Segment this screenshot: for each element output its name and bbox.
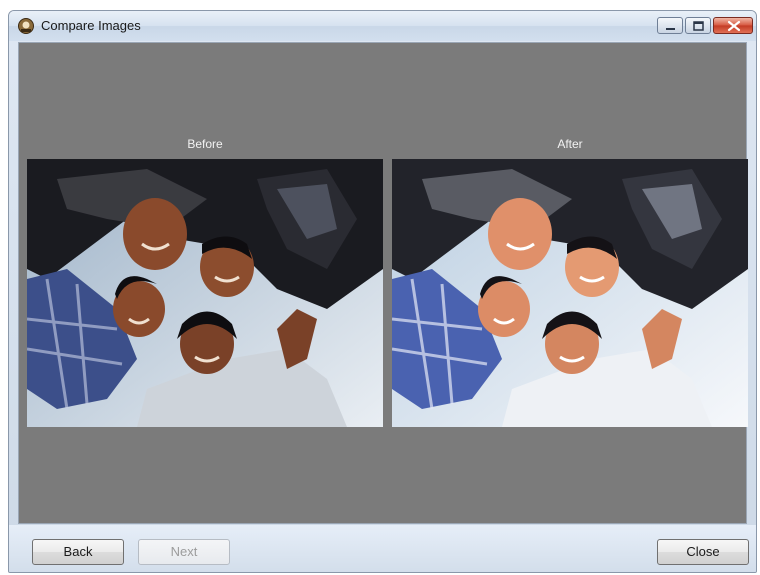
- after-image: [392, 159, 748, 427]
- maximize-button[interactable]: [685, 17, 711, 34]
- close-icon: [727, 20, 741, 32]
- maximize-icon: [693, 21, 704, 31]
- minimize-button[interactable]: [657, 17, 683, 34]
- title-bar[interactable]: Compare Images: [9, 11, 756, 41]
- compare-images-window: Compare Images Before After Back Next Cl…: [8, 10, 757, 573]
- close-button[interactable]: Close: [657, 539, 749, 565]
- window-title: Compare Images: [41, 18, 141, 33]
- back-button[interactable]: Back: [32, 539, 124, 565]
- app-icon: [17, 17, 35, 35]
- button-bar: Back Next Close: [9, 525, 756, 572]
- before-label: Before: [187, 137, 223, 151]
- close-window-button[interactable]: [713, 17, 753, 34]
- next-button[interactable]: Next: [138, 539, 230, 565]
- after-label: After: [557, 137, 583, 151]
- minimize-icon: [666, 28, 675, 30]
- before-image: [27, 159, 383, 427]
- comparison-area: Before After: [18, 42, 748, 524]
